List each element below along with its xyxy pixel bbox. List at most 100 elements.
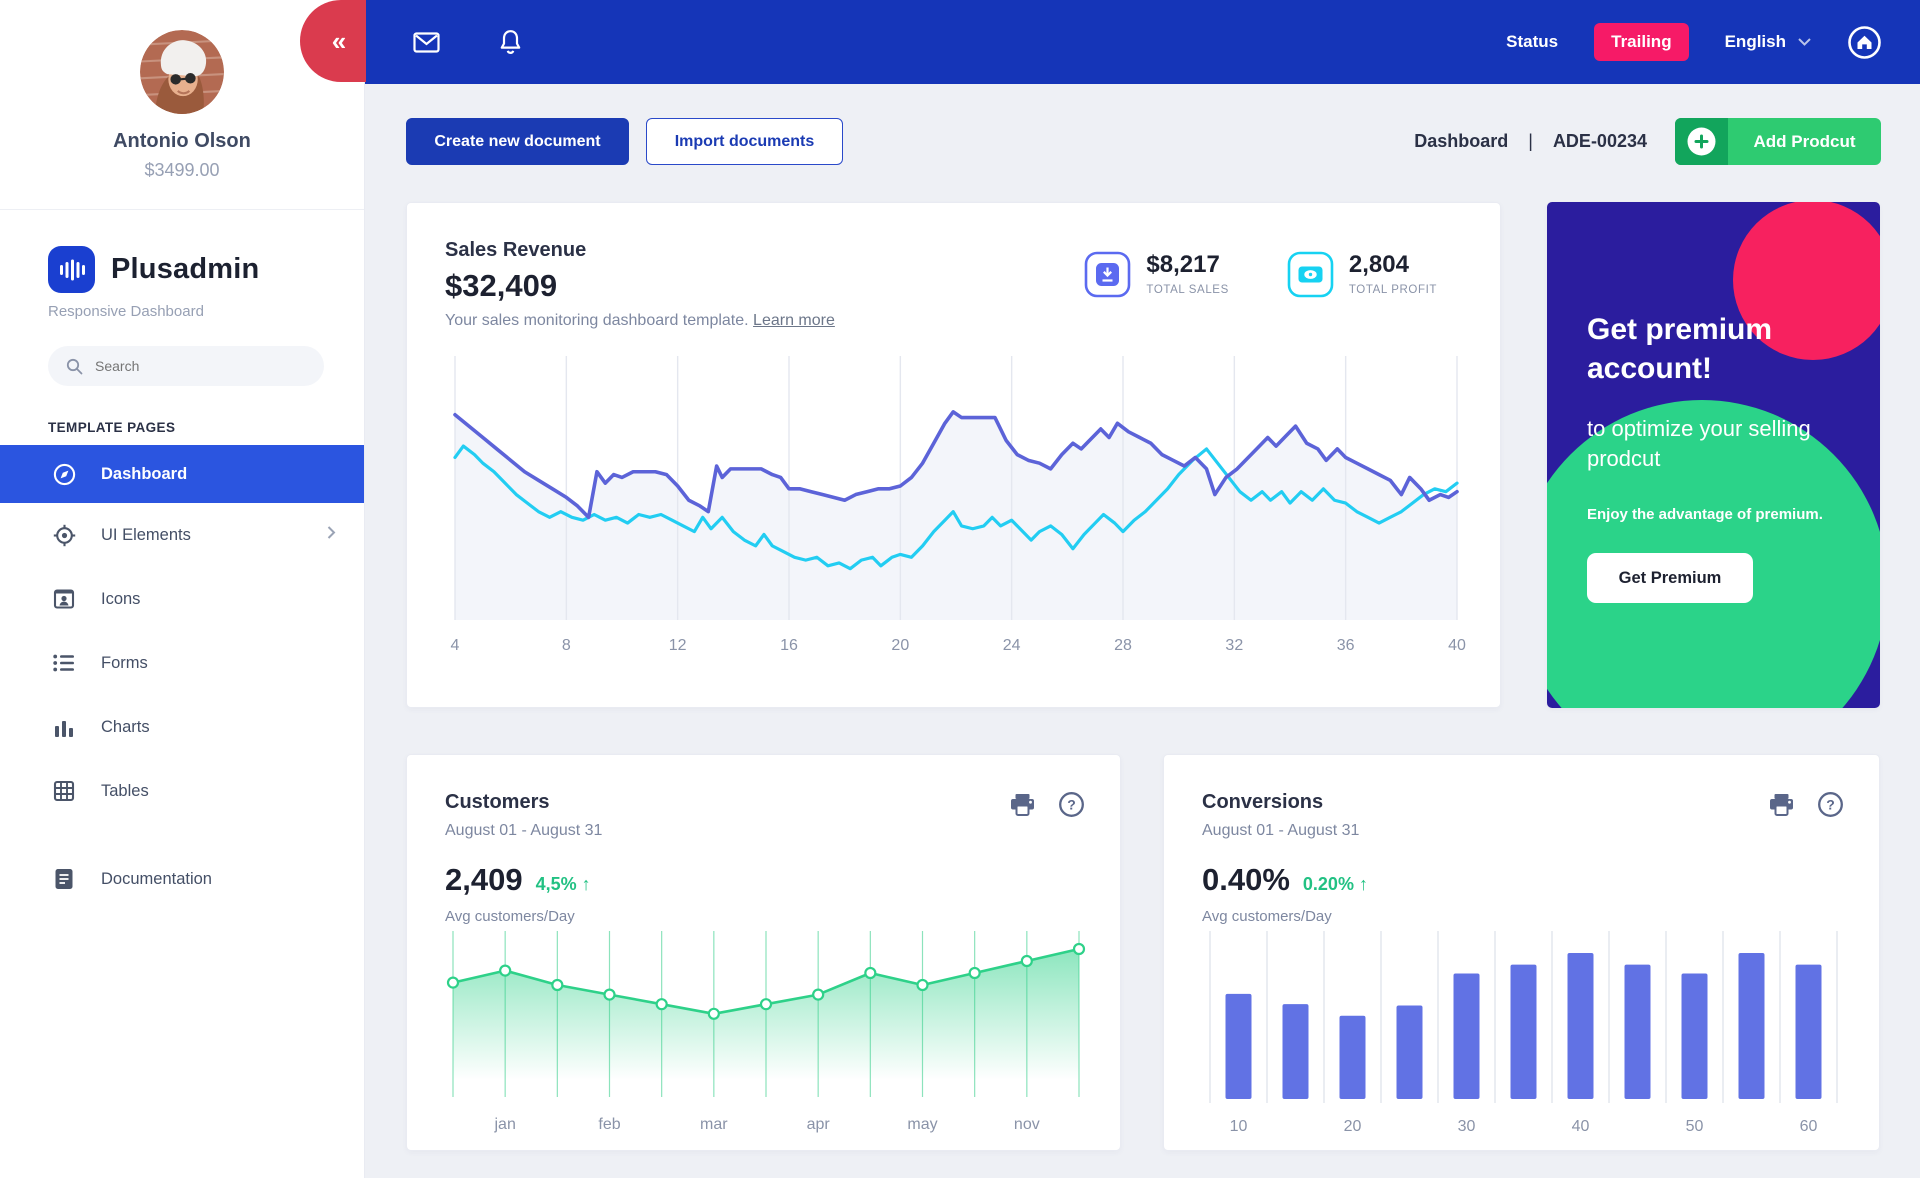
total-sales-icon bbox=[1084, 251, 1131, 303]
svg-text:30: 30 bbox=[1458, 1118, 1476, 1135]
conversions-card: Conversions August 01 - August 31 ? 0.40… bbox=[1163, 754, 1880, 1151]
bell-icon[interactable] bbox=[498, 29, 523, 56]
search-input[interactable] bbox=[95, 358, 245, 374]
sidebar-item-label: Documentation bbox=[101, 869, 212, 888]
add-product-label: Add Prodcut bbox=[1753, 131, 1856, 151]
total-sales-stat: $8,217 TOTAL SALES bbox=[1084, 251, 1228, 330]
svg-text:60: 60 bbox=[1800, 1118, 1818, 1135]
create-document-button[interactable]: Create new document bbox=[406, 118, 629, 165]
customers-date-range: August 01 - August 31 bbox=[445, 822, 603, 839]
svg-text:feb: feb bbox=[598, 1116, 620, 1133]
sidebar-item-label: Icons bbox=[101, 589, 141, 608]
total-sales-value: $8,217 bbox=[1146, 251, 1220, 278]
id-card-icon bbox=[52, 588, 76, 610]
svg-text:4: 4 bbox=[451, 637, 460, 654]
search-box[interactable] bbox=[48, 346, 324, 386]
plusadmin-logo-icon bbox=[48, 246, 95, 293]
customers-caption: Avg customers/Day bbox=[445, 908, 575, 925]
svg-text:36: 36 bbox=[1337, 637, 1355, 654]
svg-text:apr: apr bbox=[807, 1116, 831, 1133]
sales-card-value: $32,409 bbox=[445, 268, 558, 303]
sales-revenue-card: Sales Revenue $32,409 Your sales monitor… bbox=[406, 202, 1501, 708]
plus-circle-icon bbox=[1675, 118, 1728, 165]
sidebar-item-documentation[interactable]: Documentation bbox=[0, 847, 364, 911]
breadcrumb-page[interactable]: Dashboard bbox=[1414, 131, 1508, 152]
sidebar-item-label: Forms bbox=[101, 653, 148, 672]
help-icon[interactable]: ? bbox=[1058, 791, 1085, 823]
breadcrumb: Dashboard | ADE-00234 bbox=[1414, 131, 1647, 152]
sidebar-item-tables[interactable]: Tables bbox=[0, 759, 364, 823]
sales-revenue-chart: 4 8 12 16 20 24 28 32 36 40 bbox=[451, 356, 1466, 654]
conversions-date-range: August 01 - August 31 bbox=[1202, 822, 1360, 839]
conversions-caption: Avg customers/Day bbox=[1202, 908, 1332, 925]
mail-icon[interactable] bbox=[413, 31, 440, 53]
svg-text:32: 32 bbox=[1225, 637, 1243, 654]
sidebar-item-forms[interactable]: Forms bbox=[0, 631, 364, 695]
arrow-up-icon: ↑ bbox=[1358, 874, 1368, 894]
sidebar-item-charts[interactable]: Charts bbox=[0, 695, 364, 759]
bar-chart-icon bbox=[52, 717, 76, 738]
svg-text:?: ? bbox=[1067, 797, 1076, 813]
svg-text:mar: mar bbox=[700, 1116, 728, 1133]
svg-text:24: 24 bbox=[1003, 637, 1021, 654]
svg-text:8: 8 bbox=[562, 637, 571, 654]
sidebar-item-label: UI Elements bbox=[101, 525, 191, 544]
topbar: « Status Trailing English bbox=[300, 0, 1920, 84]
print-icon[interactable] bbox=[1768, 793, 1795, 822]
home-icon[interactable] bbox=[1847, 25, 1882, 60]
profile-name: Antonio Olson bbox=[113, 130, 251, 152]
breadcrumb-separator: | bbox=[1528, 131, 1533, 151]
get-premium-button[interactable]: Get Premium bbox=[1587, 553, 1753, 603]
language-selector[interactable]: English bbox=[1725, 32, 1811, 52]
language-label: English bbox=[1724, 32, 1786, 51]
conversions-delta: 0.20% ↑ bbox=[1302, 874, 1368, 894]
premium-title: Get premium account! bbox=[1587, 313, 1773, 385]
customers-title: Customers bbox=[445, 791, 550, 813]
import-documents-button[interactable]: Import documents bbox=[646, 118, 843, 165]
svg-text:40: 40 bbox=[1448, 637, 1466, 654]
svg-text:10: 10 bbox=[1230, 1118, 1248, 1135]
sidebar-item-icons[interactable]: Icons bbox=[0, 567, 364, 631]
svg-text:20: 20 bbox=[891, 637, 909, 654]
sidebar-section-label: TEMPLATE PAGES bbox=[48, 420, 176, 435]
sales-card-title: Sales Revenue bbox=[445, 239, 587, 261]
add-product-button[interactable]: Add Prodcut bbox=[1675, 118, 1881, 165]
chevron-right-icon bbox=[327, 526, 336, 545]
svg-text:nov: nov bbox=[1014, 1116, 1040, 1133]
svg-text:28: 28 bbox=[1114, 637, 1132, 654]
document-id: ADE-00234 bbox=[1552, 131, 1647, 151]
conversions-chart: 10 20 30 40 50 60 bbox=[1209, 931, 1838, 1135]
compass-icon bbox=[52, 463, 76, 486]
svg-text:50: 50 bbox=[1686, 1118, 1704, 1135]
sidebar-item-label: Dashboard bbox=[101, 464, 188, 483]
sidebar-item-ui-elements[interactable]: UI Elements bbox=[0, 503, 364, 567]
conversions-title: Conversions bbox=[1202, 791, 1324, 813]
sidebar-item-label: Charts bbox=[101, 717, 150, 736]
premium-note: Enjoy the advantage of premium. bbox=[1587, 506, 1823, 523]
avatar[interactable] bbox=[140, 30, 224, 114]
target-icon bbox=[52, 524, 76, 547]
total-profit-value: 2,804 bbox=[1348, 251, 1409, 278]
premium-subtitle: to optimize your selling prodcut bbox=[1587, 416, 1811, 471]
profile-balance: $3499.00 bbox=[144, 160, 220, 180]
help-icon[interactable]: ? bbox=[1817, 791, 1844, 823]
main-content: Create new document Import documents Das… bbox=[365, 84, 1920, 1178]
learn-more-link[interactable]: Learn more bbox=[753, 312, 835, 329]
customers-value: 2,409 bbox=[445, 862, 523, 897]
trailing-badge[interactable]: Trailing bbox=[1594, 23, 1689, 61]
double-chevron-left-icon: « bbox=[331, 25, 347, 56]
sales-card-subtitle: Your sales monitoring dashboard template… bbox=[445, 312, 749, 329]
status-menu[interactable]: Status bbox=[1506, 32, 1558, 52]
svg-text:12: 12 bbox=[669, 637, 687, 654]
svg-text:16: 16 bbox=[780, 637, 798, 654]
actions-row: Create new document Import documents Das… bbox=[406, 118, 1881, 165]
customers-chart: jan feb mar apr may nov bbox=[446, 931, 1086, 1133]
sidebar-item-dashboard[interactable]: Dashboard bbox=[0, 445, 364, 503]
search-icon bbox=[66, 358, 83, 375]
svg-text:20: 20 bbox=[1344, 1118, 1362, 1135]
total-profit-stat: 2,804 TOTAL PROFIT bbox=[1287, 251, 1437, 330]
svg-text:jan: jan bbox=[493, 1116, 515, 1133]
total-sales-label: TOTAL SALES bbox=[1146, 284, 1229, 296]
brand-block: Plusadmin Responsive Dashboard bbox=[0, 210, 364, 320]
print-icon[interactable] bbox=[1009, 793, 1036, 822]
